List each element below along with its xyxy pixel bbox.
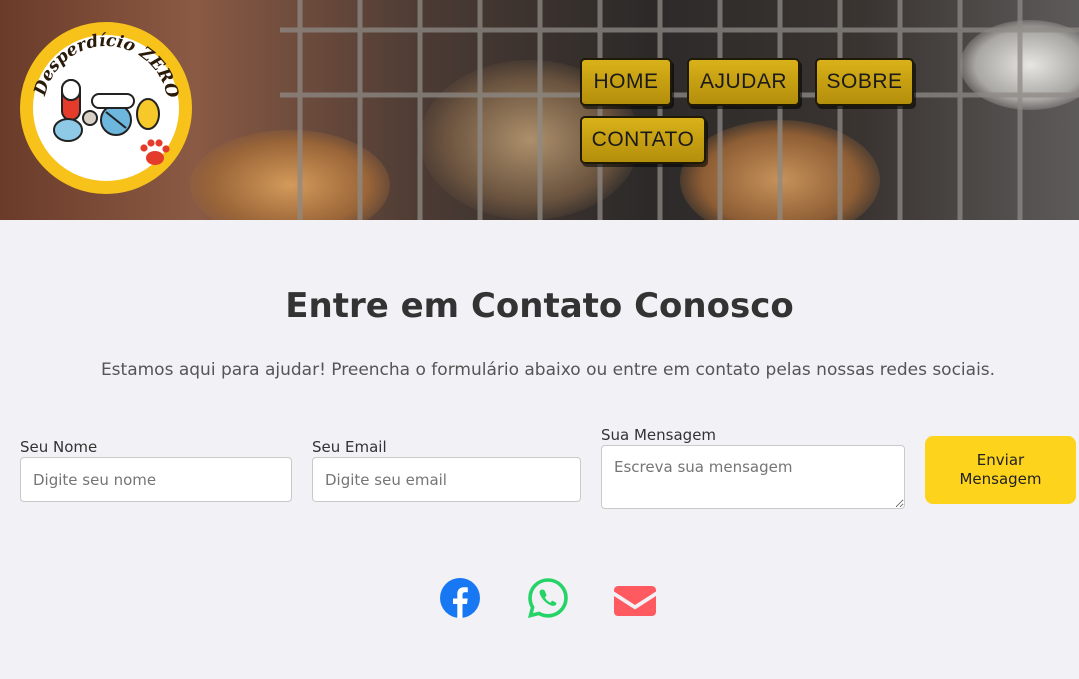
logo-pills-icon: Desperdício ZERO bbox=[30, 31, 182, 165]
message-label: Sua Mensagem bbox=[601, 426, 717, 444]
whatsapp-icon[interactable] bbox=[527, 577, 569, 619]
message-textarea[interactable] bbox=[601, 445, 905, 509]
page-title: Entre em Contato Conosco bbox=[285, 286, 794, 326]
nav-contato-label: CONTATO bbox=[591, 128, 695, 151]
email-icon[interactable] bbox=[614, 580, 656, 622]
email-label: Seu Email bbox=[312, 438, 387, 456]
nav-ajudar-button[interactable]: AJUDAR bbox=[687, 58, 800, 106]
header-banner: Desperdício ZERO HOME AJUDAR SOBRE CONTA… bbox=[0, 0, 1079, 220]
nav-home-label: HOME bbox=[593, 70, 659, 93]
paw-icon bbox=[140, 139, 170, 165]
email-input[interactable] bbox=[312, 457, 581, 502]
send-button-label-line1: Enviar bbox=[976, 451, 1025, 469]
nav-sobre-label: SOBRE bbox=[826, 70, 903, 93]
nav-contato-button[interactable]: CONTATO bbox=[580, 116, 706, 164]
name-input[interactable] bbox=[20, 457, 292, 502]
facebook-icon[interactable] bbox=[439, 577, 481, 619]
nav-sobre-button[interactable]: SOBRE bbox=[815, 58, 914, 106]
name-label: Seu Nome bbox=[20, 438, 98, 456]
send-button-label-line2: Mensagem bbox=[959, 470, 1042, 488]
logo[interactable]: Desperdício ZERO bbox=[20, 22, 192, 194]
nav-home-button[interactable]: HOME bbox=[580, 58, 672, 106]
send-message-button[interactable]: Enviar Mensagem bbox=[925, 436, 1076, 504]
page-subtitle: Estamos aqui para ajudar! Preencha o for… bbox=[100, 360, 996, 380]
svg-text:Desperdício ZERO: Desperdício ZERO bbox=[30, 31, 182, 101]
nav-ajudar-label: AJUDAR bbox=[700, 70, 788, 93]
